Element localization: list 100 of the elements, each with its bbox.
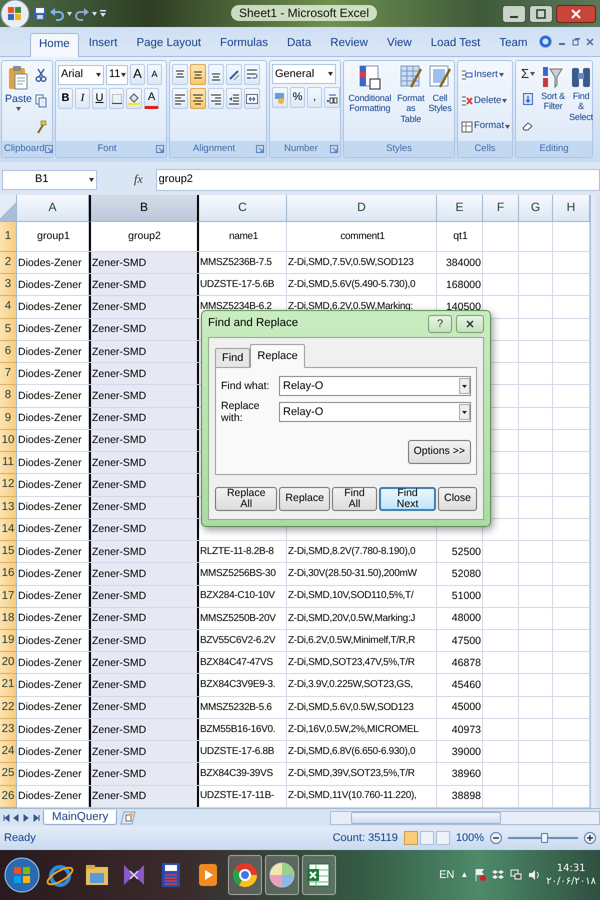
row-header[interactable]: 19 — [0, 630, 17, 652]
row-header[interactable]: 21 — [0, 674, 17, 697]
redo-icon[interactable] — [75, 6, 89, 20]
row-header[interactable]: 20 — [0, 652, 17, 674]
number-format-field[interactable]: General — [272, 64, 336, 84]
vertical-scrollbar[interactable] — [590, 195, 600, 808]
dialog-launcher-icon[interactable] — [44, 145, 53, 153]
restore-icon[interactable] — [529, 4, 553, 22]
caret-icon[interactable] — [67, 12, 72, 16]
minimize-icon[interactable] — [502, 4, 526, 22]
editing-button[interactable]: Find & Select — [568, 64, 594, 138]
ribbon-tab[interactable]: Load Test — [422, 32, 490, 56]
column-header[interactable]: H — [553, 195, 590, 222]
language-indicator[interactable]: EN — [439, 868, 454, 882]
ribbon-tab[interactable]: Data — [278, 32, 320, 56]
flag-icon[interactable] — [474, 868, 486, 882]
row-header[interactable]: 1 — [0, 222, 17, 252]
align-right-button[interactable] — [208, 88, 224, 109]
row-header[interactable]: 9 — [0, 408, 17, 430]
caret-icon[interactable] — [328, 72, 333, 76]
style-button[interactable]: Cell Styles — [428, 64, 452, 138]
row-header[interactable]: 24 — [0, 741, 17, 764]
caret-icon[interactable] — [505, 124, 510, 129]
row-header[interactable]: 15 — [0, 541, 17, 564]
borders-button[interactable] — [109, 88, 124, 109]
previous-sheet-icon[interactable] — [13, 814, 20, 822]
row-header[interactable]: 8 — [0, 385, 17, 408]
box-icon[interactable] — [492, 869, 504, 881]
speaker-icon[interactable] — [528, 869, 540, 881]
style-button[interactable]: Format as Table — [396, 64, 426, 138]
shrink-font-button[interactable]: A — [147, 64, 162, 85]
cells-button[interactable]: Insert — [460, 68, 512, 82]
row-header[interactable]: 12 — [0, 474, 17, 497]
help-button[interactable]: ? — [428, 315, 452, 333]
column-header[interactable]: A — [17, 195, 89, 222]
dialog-launcher-icon[interactable] — [156, 145, 164, 153]
font-name-field[interactable]: Arial — [58, 64, 104, 84]
top-align-button[interactable] — [172, 64, 188, 85]
clock-time[interactable]: 14:31 — [556, 862, 586, 874]
save-icon[interactable] — [33, 6, 47, 20]
close-button[interactable] — [456, 315, 484, 333]
taskbar-button[interactable] — [228, 855, 262, 895]
row-header[interactable]: 11 — [0, 452, 17, 474]
fill-color-button[interactable] — [126, 88, 142, 109]
grow-font-button[interactable]: A — [130, 64, 145, 85]
ribbon-tab[interactable]: Review — [321, 32, 377, 56]
copy-icon[interactable] — [34, 94, 47, 108]
start-orb-icon[interactable] — [4, 857, 40, 893]
caret-icon[interactable] — [89, 178, 94, 182]
caret-icon[interactable] — [16, 107, 21, 112]
sheet-tab[interactable]: MainQuery — [43, 810, 118, 826]
input-field[interactable]: Relay-O — [279, 376, 471, 396]
insert-function-button[interactable]: fx — [131, 172, 146, 188]
font-size-field[interactable]: 11 — [106, 64, 128, 84]
row-header[interactable]: 23 — [0, 718, 17, 742]
network-icon[interactable] — [510, 869, 522, 881]
row-header[interactable]: 14 — [0, 518, 17, 542]
office-button-icon[interactable] — [0, 0, 30, 28]
decrease-indent-button[interactable] — [226, 88, 242, 109]
undo-icon[interactable] — [50, 6, 64, 20]
dialog-button[interactable]: Replace All — [215, 487, 278, 512]
ribbon-tab[interactable]: Page Layout — [127, 32, 210, 56]
row-header[interactable]: 5 — [0, 318, 17, 341]
column-header[interactable]: D — [287, 195, 437, 222]
underline-button[interactable]: U — [92, 88, 107, 109]
zoom-out-icon[interactable] — [490, 832, 502, 844]
close-icon[interactable] — [556, 4, 596, 22]
dialog-launcher-icon[interactable] — [330, 145, 338, 153]
bottom-align-button[interactable] — [208, 64, 224, 85]
merge-button[interactable] — [244, 88, 260, 109]
row-header[interactable]: 17 — [0, 586, 17, 608]
horizontal-scrollbar[interactable] — [330, 810, 600, 824]
row-header[interactable]: 10 — [0, 430, 17, 452]
ribbon-tab[interactable]: Home — [30, 32, 79, 57]
font-color-button[interactable]: A — [144, 88, 159, 109]
zoom-level-text[interactable]: 100% — [456, 832, 484, 844]
row-header[interactable]: 6 — [0, 340, 17, 364]
restore-icon[interactable] — [572, 38, 580, 46]
style-button[interactable]: Conditional Formatting — [346, 64, 394, 138]
row-header[interactable]: 25 — [0, 763, 17, 786]
dialog-tab[interactable]: Find — [215, 348, 250, 368]
percent-button[interactable]: % — [290, 87, 305, 108]
caret-icon[interactable] — [502, 98, 508, 103]
caret-icon[interactable] — [96, 72, 101, 76]
column-header[interactable]: B — [89, 195, 199, 222]
column-header[interactable]: G — [519, 195, 553, 222]
dialog-button[interactable]: Find Next — [379, 487, 436, 512]
ribbon-tab[interactable]: Insert — [80, 32, 126, 56]
cells-button[interactable]: Format — [460, 120, 512, 134]
clock-date[interactable]: ۲۰/۰۶/۲۰۱۸ — [546, 876, 596, 888]
next-sheet-icon[interactable] — [23, 814, 30, 822]
show-hidden-icons-button[interactable]: ▲ — [460, 870, 468, 880]
orientation-button[interactable] — [226, 64, 242, 85]
paste-button[interactable]: Paste — [4, 64, 33, 138]
row-header[interactable]: 2 — [0, 252, 17, 274]
dialog-tab[interactable]: Replace — [250, 344, 305, 368]
align-left-button[interactable] — [172, 88, 188, 109]
editing-button[interactable]: Sort & Filter — [540, 64, 566, 138]
middle-align-button[interactable] — [190, 64, 206, 85]
caret-icon[interactable] — [530, 72, 536, 76]
